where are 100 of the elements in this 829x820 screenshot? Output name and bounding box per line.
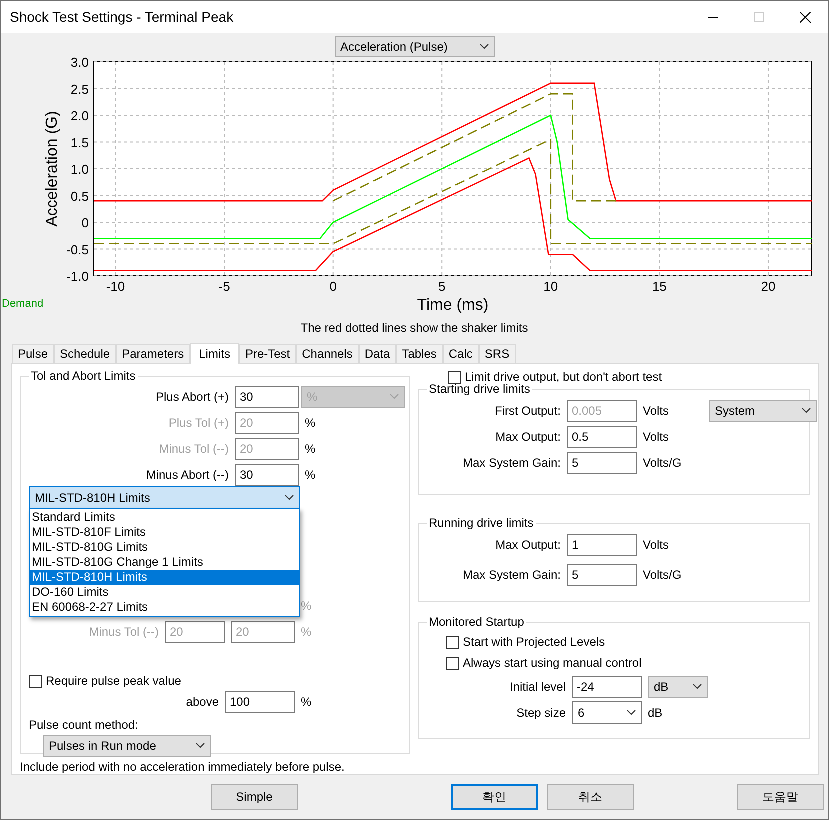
caret-icon <box>480 44 488 50</box>
close-icon <box>800 12 810 22</box>
input-field[interactable]: 0.5 <box>567 426 637 448</box>
axis-tick-label: 2.0 <box>70 108 89 124</box>
maximize-icon <box>754 12 764 22</box>
unit-label: % <box>301 599 313 614</box>
dropdown-option[interactable]: Standard Limits <box>30 510 299 526</box>
axis-tick-label: 1.0 <box>70 162 89 177</box>
unit-label: Volts <box>643 538 670 552</box>
tab[interactable]: Channels <box>296 344 359 364</box>
dropdown-option[interactable]: MIL-STD-810H Limits <box>30 570 299 586</box>
field-label: Max System Gain: <box>462 568 561 582</box>
group-title: Starting drive limits <box>428 382 530 396</box>
input-field[interactable]: 5 <box>567 564 637 586</box>
checkbox-label[interactable]: Always start using manual control <box>446 656 801 670</box>
window-title: Shock Test Settings - Terminal Peak <box>10 9 235 25</box>
unit-label: Volts/G <box>643 568 683 582</box>
dialog-button[interactable]: 확인 <box>451 784 538 810</box>
input-field[interactable]: 5 <box>567 452 637 474</box>
field-label: First Output: <box>494 404 561 418</box>
field-label: Plus Tol (+) <box>168 416 229 430</box>
caret-icon <box>802 408 811 414</box>
unit-label: % <box>301 625 313 640</box>
dropdown-option[interactable]: EN 60068-2-27 Limits <box>30 600 299 616</box>
tab[interactable]: Data <box>358 344 396 364</box>
field-label: Max Output: <box>494 430 561 444</box>
input-field[interactable]: 100 <box>225 691 295 714</box>
limit-drive-checkbox-label[interactable]: Limit drive output, but don't abort test <box>448 370 810 384</box>
unit-label: % <box>301 695 313 710</box>
axis-tick-label: 0.5 <box>70 188 89 204</box>
input-field[interactable]: 30 <box>235 464 299 486</box>
dropdown-option[interactable]: MIL-STD-810F Limits <box>30 525 299 540</box>
axis-tick-label: 0 <box>82 216 89 230</box>
dialog-button[interactable]: 도움말 <box>737 784 824 810</box>
axis-tick-label: 15 <box>652 279 667 294</box>
group-title: Tol and Abort Limits <box>30 369 137 384</box>
caret-icon <box>285 494 294 501</box>
input-field[interactable]: 1 <box>567 534 637 556</box>
unit-label: Volts <box>643 404 670 418</box>
dropdown-option[interactable]: DO-160 Limits <box>30 585 299 600</box>
limits-standard-dropdown[interactable]: MIL-STD-810H Limits <box>29 486 300 510</box>
unit-dropdown[interactable]: dB <box>648 676 708 698</box>
tab[interactable]: Calc <box>442 344 479 364</box>
axis-tick-label: 3.0 <box>70 57 89 70</box>
dropdown-option[interactable]: MIL-STD-810G Change 1 Limits <box>30 555 299 570</box>
tab[interactable]: Parameters <box>116 344 190 364</box>
checkbox-label[interactable]: Start with Projected Levels <box>446 635 801 650</box>
chart-caption: The red dotted lines show the shaker limits <box>300 321 528 335</box>
caret-icon <box>196 743 205 750</box>
checkbox[interactable] <box>448 370 461 384</box>
axis-title: Acceleration (G) <box>44 111 61 227</box>
checkbox[interactable] <box>446 656 459 670</box>
axis-title: Time (ms) <box>417 297 489 314</box>
dialog-button[interactable]: Simple <box>211 784 298 810</box>
input-field[interactable]: -24 <box>572 676 642 698</box>
input-field[interactable]: 30 <box>235 386 299 408</box>
mode-dropdown[interactable]: System <box>709 400 817 422</box>
dialog-button[interactable]: 취소 <box>547 784 634 810</box>
field-label: Initial level <box>508 680 566 694</box>
field-label: Plus Abort (+) <box>154 390 229 404</box>
tab[interactable]: Limits <box>190 343 240 364</box>
axis-tick-label: 1.5 <box>70 135 89 150</box>
field-label: Pulse count method: <box>29 718 138 732</box>
axis-tick-label: -10 <box>106 279 126 294</box>
unit-label: % <box>305 416 317 430</box>
field-label: Minus Tol (--) <box>88 625 159 640</box>
axis-tick-label: -1.0 <box>66 269 89 284</box>
axis-tick-label: 0 <box>330 279 337 294</box>
footnote-text: Include period with no acceleration immediately before pulse. <box>20 760 345 774</box>
tab[interactable]: Tables <box>396 344 443 364</box>
axis-tick-label: 20 <box>761 279 776 294</box>
pulse-count-dropdown[interactable]: Pulses in Run mode <box>43 735 211 758</box>
axis-tick-label: -0.5 <box>66 242 89 258</box>
unit-label: Volts <box>643 430 670 444</box>
tab[interactable]: Schedule <box>54 344 116 364</box>
tab[interactable]: SRS <box>478 344 516 364</box>
unit-label: % <box>305 468 317 482</box>
unit-label: Volts/G <box>643 456 683 470</box>
step-size-dropdown[interactable]: 6 <box>572 701 642 724</box>
dropdown-option[interactable]: MIL-STD-810G Limits <box>30 540 299 556</box>
chart-type-dropdown[interactable]: Acceleration (Pulse) <box>334 36 494 57</box>
caret-icon <box>390 394 399 400</box>
field-label: Step size <box>516 706 566 720</box>
tab[interactable]: Pre-Test <box>239 344 296 364</box>
field-label: Max Output: <box>494 538 561 552</box>
field-label: Max System Gain: <box>462 456 561 470</box>
legend-label: Demand <box>2 298 44 310</box>
group-title: Running drive limits <box>428 516 535 530</box>
axis-tick-label: -5 <box>218 279 230 294</box>
checkbox[interactable] <box>446 636 459 649</box>
axis-tick-label: 2.5 <box>70 82 89 97</box>
group-title: Monitored Startup <box>428 615 526 630</box>
axis-tick-label: 10 <box>544 279 558 294</box>
minimize-icon <box>708 16 718 18</box>
unit-label: % <box>305 442 317 456</box>
require-peak-checkbox-label[interactable]: Require pulse peak value <box>29 674 401 688</box>
field-label: Minus Abort (--) <box>145 468 229 482</box>
tab[interactable]: Pulse <box>12 344 54 364</box>
checkbox[interactable] <box>29 674 42 688</box>
caret-icon <box>693 684 702 690</box>
